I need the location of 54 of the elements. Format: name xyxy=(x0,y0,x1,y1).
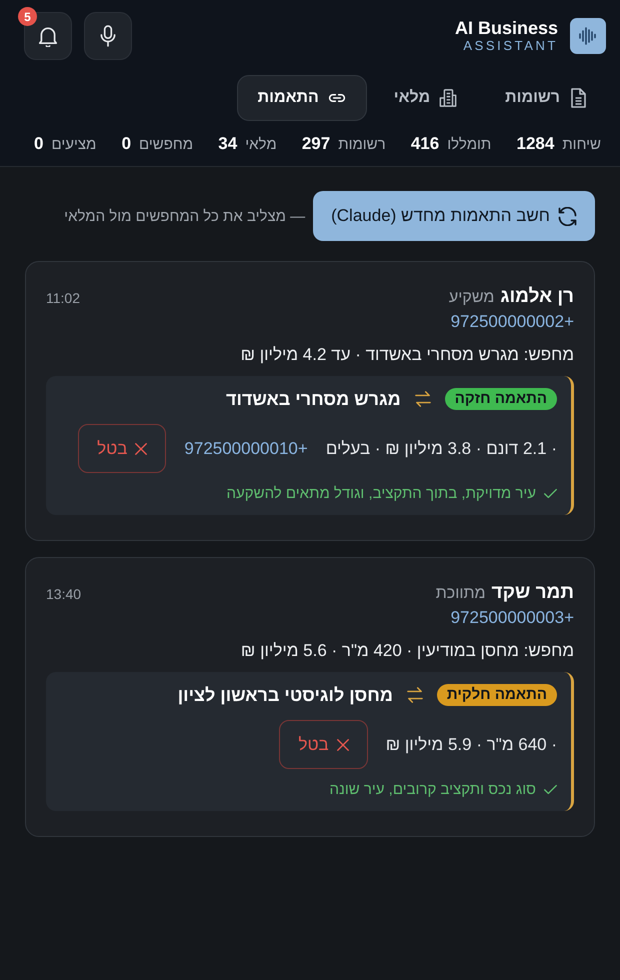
cancel-button[interactable]: בטל xyxy=(78,424,166,473)
seeker-name: תמר שקד xyxy=(492,582,574,604)
recalculate-note: — מצליב את כל המחפשים מול המלאי xyxy=(64,208,306,224)
app-title: AI Business xyxy=(454,18,558,38)
stat-value: 0 xyxy=(34,134,44,154)
message-time: 11:02 xyxy=(46,290,80,306)
stat-label: מחפשים xyxy=(139,136,194,153)
nav-tab[interactable]: התאמות xyxy=(236,75,367,121)
stat-label: מציעים xyxy=(51,136,96,153)
stat-label: רשומות xyxy=(338,136,386,153)
message-time: 13:40 xyxy=(46,586,82,602)
stat-label: שיחות xyxy=(562,136,601,153)
recalculate-button[interactable]: חשב התאמות מחדש (Claude) xyxy=(313,191,595,241)
stat-value: 34 xyxy=(218,134,238,154)
seeker-role: מתווכת xyxy=(436,585,486,603)
refresh-icon xyxy=(558,206,577,226)
match-title: מגרש מסחרי באשדוד xyxy=(226,388,401,410)
stat-label: מלאי xyxy=(245,136,277,153)
property-details: · 2.1 דונם · 3.8 מיליון ₪ · בעלים xyxy=(326,438,557,458)
waveform-icon xyxy=(570,18,606,54)
check-icon xyxy=(544,488,557,499)
cancel-button[interactable]: בטל xyxy=(279,720,368,769)
check-icon xyxy=(544,784,557,795)
phone-link[interactable]: +972500000003 xyxy=(450,608,574,628)
document-icon xyxy=(569,88,587,108)
stat-value: 1284 xyxy=(516,134,554,154)
app-subtitle: ASSISTANT xyxy=(463,38,558,54)
seeker-name: רן אלמוג xyxy=(500,286,574,308)
nav-tab[interactable]: רשומות xyxy=(484,75,608,121)
notifications-button[interactable] xyxy=(24,12,72,60)
microphone-button[interactable] xyxy=(84,12,132,60)
search-request: מחפש: מחסן במודיעין · 420 מ"ר · 5.6 מיליון ₪ xyxy=(240,641,574,661)
match-title: מחסן לוגיסטי בראשון לציון xyxy=(178,684,393,706)
x-icon xyxy=(135,442,148,454)
match-badge: התאמה חלקית xyxy=(436,684,557,706)
phone-link[interactable]: +972500000010 xyxy=(184,438,308,458)
stat-value: 0 xyxy=(122,134,132,154)
stat-label: תומללו xyxy=(447,136,492,153)
seeker-role: משקיע xyxy=(448,289,494,307)
notification-badge: 5 xyxy=(18,7,37,26)
swap-arrows-icon xyxy=(412,391,433,407)
property-details: · 640 מ"ר · 5.9 מיליון ₪ xyxy=(386,734,557,754)
match-reason: סוג נכס ותקציב קרובים, עיר שונה xyxy=(329,781,536,798)
match-reason: עיר מדויקת, בתוך התקציב, וגודל מתאים להשקעה xyxy=(226,485,536,502)
stat-value: 416 xyxy=(410,134,440,154)
building-icon xyxy=(439,88,458,108)
match-badge: התאמה חזקה xyxy=(444,388,557,410)
search-request: מחפש: מגרש מסחרי באשדוד · עד 4.2 מיליון ₪ xyxy=(240,345,574,365)
bell-icon xyxy=(37,25,59,47)
x-icon xyxy=(336,738,349,750)
stat-value: 297 xyxy=(302,134,330,154)
swap-arrows-icon xyxy=(404,687,425,703)
phone-link[interactable]: +972500000002 xyxy=(450,312,574,332)
nav-tab[interactable]: מלאי xyxy=(372,75,478,121)
